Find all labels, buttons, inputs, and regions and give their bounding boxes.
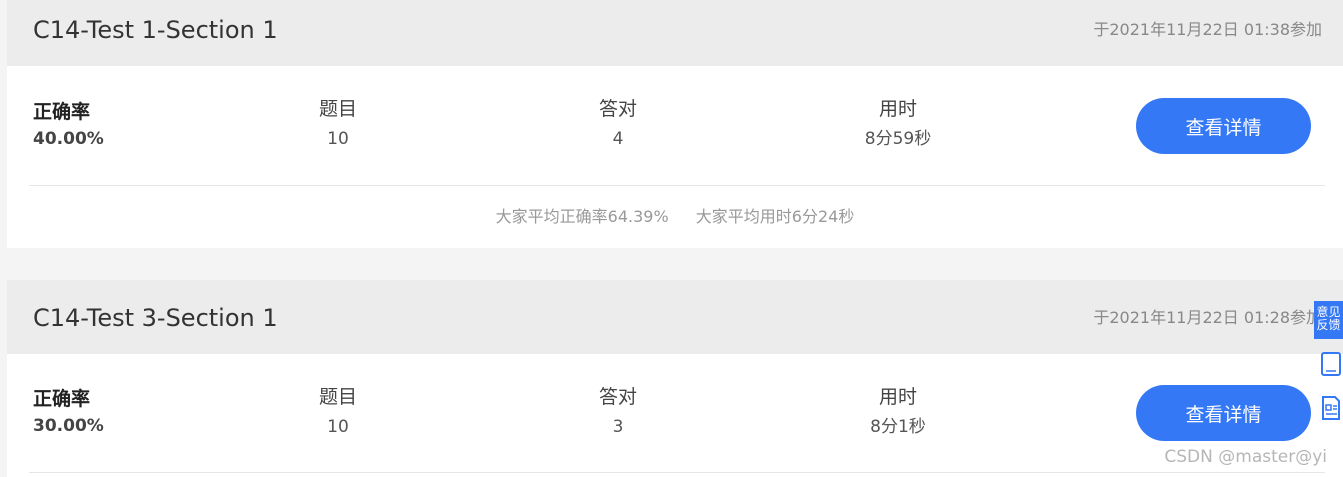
time-label: 用时 <box>878 386 917 408</box>
tablet-icon[interactable] <box>1320 351 1342 377</box>
correct-value: 3 <box>612 417 624 437</box>
average-accuracy: 大家平均正确率64.39% <box>495 207 669 226</box>
questions-stat: 题目 10 <box>288 97 388 150</box>
correct-stat: 答对 4 <box>568 97 668 150</box>
questions-value: 10 <box>327 129 349 149</box>
accuracy-label: 正确率 <box>33 101 91 123</box>
questions-stat: 题目 10 <box>288 385 388 438</box>
record-title: C14-Test 3-Section 1 <box>33 304 278 332</box>
average-stats: 大家平均正确率64.39% 大家平均用时6分24秒 <box>7 207 1343 227</box>
record-date: 于2021年11月22日 01:28参加 <box>1093 308 1322 327</box>
watermark: CSDN @master@yi <box>1164 447 1327 467</box>
average-time: 大家平均用时6分24秒 <box>695 207 855 226</box>
questions-label: 题目 <box>318 98 357 120</box>
accuracy-value: 40.00% <box>33 129 104 149</box>
divider <box>29 472 1325 473</box>
correct-stat: 答对 3 <box>568 385 668 438</box>
feedback-tab[interactable]: 意见反馈 <box>1314 301 1343 339</box>
record-title: C14-Test 1-Section 1 <box>33 16 278 44</box>
record-header: C14-Test 1-Section 1 于2021年11月22日 01:38参… <box>7 0 1343 66</box>
questions-value: 10 <box>327 417 349 437</box>
time-value: 8分1秒 <box>870 417 926 437</box>
view-details-button[interactable]: 查看详情 <box>1136 98 1311 154</box>
correct-label: 答对 <box>598 98 637 120</box>
divider <box>29 185 1325 186</box>
correct-value: 4 <box>612 129 624 149</box>
record-card: C14-Test 1-Section 1 于2021年11月22日 01:38参… <box>7 0 1343 248</box>
view-details-button[interactable]: 查看详情 <box>1136 385 1311 441</box>
time-stat: 用时 8分59秒 <box>848 97 948 150</box>
time-value: 8分59秒 <box>864 129 932 149</box>
time-stat: 用时 8分1秒 <box>848 385 948 438</box>
accuracy-stat: 正确率 40.00% <box>33 100 104 150</box>
record-header: C14-Test 3-Section 1 于2021年11月22日 01:28参… <box>7 280 1343 354</box>
record-card: C14-Test 3-Section 1 于2021年11月22日 01:28参… <box>7 280 1343 477</box>
document-icon[interactable] <box>1320 395 1342 421</box>
accuracy-label: 正确率 <box>33 388 91 410</box>
record-date: 于2021年11月22日 01:38参加 <box>1093 20 1322 39</box>
accuracy-stat: 正确率 30.00% <box>33 387 104 437</box>
time-label: 用时 <box>878 98 917 120</box>
questions-label: 题目 <box>318 386 357 408</box>
accuracy-value: 30.00% <box>33 416 104 436</box>
correct-label: 答对 <box>598 386 637 408</box>
